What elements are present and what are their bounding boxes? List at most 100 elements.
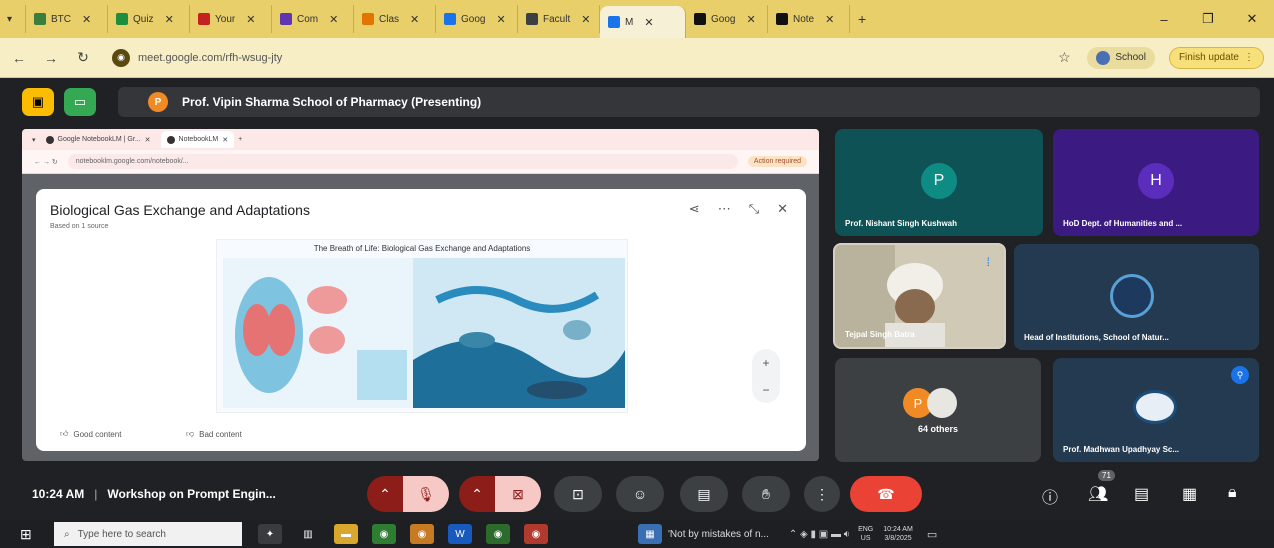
taskbar-search[interactable]: ⌕ Type here to search (54, 522, 242, 546)
browser-tab[interactable]: Facult ✕ (518, 5, 600, 33)
inner-tab-strip: ▾ Google NotebookLM | Gr... ✕ NotebookLM… (22, 129, 819, 150)
bookmark-star-icon[interactable]: ☆ (1055, 49, 1073, 66)
bad-content-feedback: 👎︎ Bad content (186, 429, 242, 439)
meet-control-bar: 10:24 AM | Workshop on Prompt Engin... ⌃… (0, 468, 1274, 520)
notification-center-icon[interactable]: ▭ (927, 528, 937, 541)
mic-off-icon: ⚲ (1231, 366, 1249, 384)
others-tile[interactable]: P 64 others (835, 358, 1041, 462)
chrome-alt-icon[interactable]: ◉ (486, 524, 510, 544)
participant-tile[interactable]: P Prof. Nishant Singh Kushwah (835, 129, 1043, 236)
leave-call-button[interactable]: ☎ (850, 476, 922, 512)
present-icon: ⊡ (572, 485, 584, 502)
inner-tab: Google NotebookLM | Gr... ✕ (40, 131, 157, 148)
reload-icon[interactable]: ↻ (74, 49, 92, 66)
people-icon[interactable]: 👥︎ (1088, 484, 1108, 504)
browser-tab[interactable]: Your ✕ (190, 5, 272, 33)
tab-menu[interactable]: ▾ (0, 5, 26, 33)
participant-tile[interactable]: Head of Institutions, School of Natur... (1014, 244, 1259, 350)
participant-video-tile[interactable]: ⁞ Tejpal Singh Batra (833, 243, 1006, 349)
tab-close-icon[interactable]: ✕ (246, 13, 255, 26)
notification-app-icon[interactable]: ▦ (638, 524, 662, 544)
audio-options-button[interactable]: ⌃ (367, 476, 403, 512)
present-button[interactable]: ⊡ (554, 476, 602, 512)
meeting-tools-icon[interactable]: ▣ (22, 88, 54, 116)
zoom-in-icon: + (762, 355, 770, 370)
tab-close-icon[interactable]: ✕ (329, 13, 338, 26)
taskbar-clock[interactable]: 10:24 AM 3/8/2025 (883, 525, 913, 543)
system-tray-icons[interactable]: ⌃ ◈ ▮ ▣ ▬ 🔉︎ (789, 529, 850, 540)
browser-tab[interactable]: Goog ✕ (686, 5, 768, 33)
mic-toggle-button[interactable]: 🎙︎ (403, 476, 449, 512)
notebook-icon (776, 13, 788, 25)
chrome-profile-icon[interactable]: ◉ (410, 524, 434, 544)
tab-close-icon[interactable]: ✕ (825, 13, 834, 26)
windows-taskbar: ⊞ ⌕ Type here to search ✦ ▥ ▬ ◉ ◉ W ◉ ◉ … (0, 520, 1274, 548)
finish-update-button[interactable]: Finish update ⋮ (1168, 46, 1264, 69)
chat-icon[interactable]: ▤ (1134, 484, 1149, 504)
tab-close-icon[interactable]: ✕ (644, 16, 653, 29)
others-photo-avatar (927, 388, 957, 418)
new-tab-button[interactable]: + (850, 5, 874, 33)
browser-tab[interactable]: M ✕ (600, 6, 686, 38)
browser-tab[interactable]: Goog ✕ (436, 5, 518, 33)
reactions-button[interactable]: ☺ (616, 476, 664, 512)
browser-tab[interactable]: Note ✕ (768, 5, 850, 33)
tab-close-icon[interactable]: ✕ (496, 13, 505, 26)
tab-close-icon[interactable]: ✕ (746, 13, 755, 26)
mic-off-icon: 🎙︎ (417, 485, 435, 502)
app-icon[interactable]: ◉ (524, 524, 548, 544)
tab-close-icon[interactable]: ✕ (165, 13, 174, 26)
activities-icon[interactable]: ▦ (1182, 484, 1197, 504)
collapse-icon: ⤡ (748, 201, 760, 216)
clock-time: 10:24 AM (883, 526, 913, 533)
infographic-image: The Breath of Life: Biological Gas Excha… (216, 239, 628, 413)
chevron-up-icon: ⌃ (379, 485, 391, 502)
forward-icon[interactable]: → (42, 50, 60, 66)
shared-screen: ▾ Google NotebookLM | Gr... ✕ NotebookLM… (22, 129, 819, 461)
word-icon[interactable]: W (448, 524, 472, 544)
tab-close-icon[interactable]: ✕ (410, 13, 419, 26)
info-icon[interactable]: ⓘ (1042, 484, 1058, 508)
present-icon[interactable]: ▭ (64, 88, 96, 116)
tab-close-icon[interactable]: ✕ (581, 13, 590, 26)
profile-button[interactable]: School (1087, 46, 1155, 69)
task-view-icon[interactable]: ▥ (296, 524, 320, 544)
captions-button[interactable]: ▤ (680, 476, 728, 512)
restore-icon[interactable]: ❐ (1186, 11, 1230, 27)
language-indicator[interactable]: ENG US (858, 525, 873, 543)
more-options-button[interactable]: ⋮ (804, 476, 840, 512)
start-icon[interactable]: ⊞ (20, 526, 32, 543)
browser-tab-label: Goog (711, 13, 736, 25)
zoom-control: + − (752, 349, 780, 403)
address-bar: ← → ↻ ◉ meet.google.com/rfh-wsug-jty ☆ S… (0, 38, 1274, 78)
browser-tab-label: Clas (379, 13, 400, 25)
video-options-button[interactable]: ⌃ (459, 476, 495, 512)
browser-tab[interactable]: Com ✕ (272, 5, 354, 33)
browser-tab[interactable]: Clas ✕ (354, 5, 436, 33)
file-explorer-icon[interactable]: ▬ (334, 524, 358, 544)
minimize-icon[interactable]: – (1142, 12, 1186, 27)
browser-tab-label: Quiz (133, 13, 154, 25)
inner-tab-active: NotebookLM ✕ (160, 131, 235, 148)
browser-tab-label: BTC (51, 13, 71, 25)
notebook-panel: Biological Gas Exchange and Adaptations … (36, 189, 806, 451)
clock-date: 3/8/2025 (884, 535, 912, 542)
close-icon[interactable]: ✕ (1230, 11, 1274, 27)
browser-tab[interactable]: Quiz ✕ (108, 5, 190, 33)
raise-hand-button[interactable]: ✋︎ (742, 476, 790, 512)
tab-close-icon[interactable]: ✕ (82, 13, 91, 26)
back-icon[interactable]: ← (10, 50, 28, 66)
chevron-up-icon: ⌃ (471, 485, 483, 502)
good-content-feedback: 👍︎ Good content (60, 429, 121, 439)
widgets-icon[interactable]: ✦ (258, 524, 282, 544)
host-controls-icon[interactable]: 🔒︎ (1228, 484, 1237, 502)
notification-text[interactable]: 'Not by mistakes of n... (668, 529, 769, 540)
site-info-icon[interactable]: ◉ (112, 48, 130, 67)
participant-tile[interactable]: H HoD Dept. of Humanities and ... (1053, 129, 1259, 236)
participant-name: Head of Institutions, School of Natur... (1024, 333, 1169, 342)
camera-toggle-button[interactable]: ⊠ (495, 476, 541, 512)
participant-tile[interactable]: ⚲ Prof. Madhwan Upadhyay Sc... (1053, 358, 1259, 462)
chrome-icon[interactable]: ◉ (372, 524, 396, 544)
browser-tab[interactable]: BTC ✕ (26, 5, 108, 33)
url-field[interactable]: ◉ meet.google.com/rfh-wsug-jty (106, 44, 1041, 72)
